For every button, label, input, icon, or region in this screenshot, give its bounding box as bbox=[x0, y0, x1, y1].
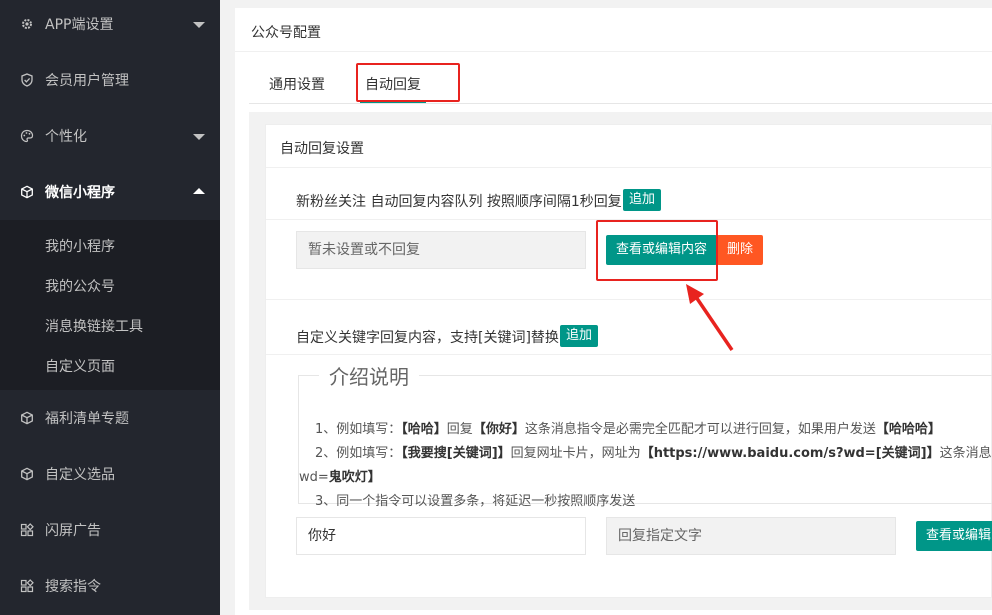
keyword-input[interactable]: 你好 bbox=[296, 517, 586, 555]
sidebar-item-label: 微信小程序 bbox=[45, 185, 115, 201]
sidebar-item-label: 福利清单专题 bbox=[45, 411, 129, 427]
intro-legend: 介绍说明 bbox=[329, 365, 409, 389]
sidebar-subitem-my-mini-program[interactable]: 我的小程序 bbox=[45, 236, 115, 256]
highlight-box-tab bbox=[356, 63, 460, 102]
highlight-box-button bbox=[596, 220, 718, 281]
sidebar-submenu: 我的小程序 我的公众号 消息换链接工具 自定义页面 bbox=[0, 220, 220, 390]
card-title: 自动回复设置 bbox=[280, 141, 364, 157]
intro-line-2: 2、例如填写：【我要搜[关键词]】回复网址卡片，网址为【https://www.… bbox=[315, 446, 992, 461]
cube-icon bbox=[20, 467, 34, 481]
annotation-arrow-icon bbox=[686, 284, 734, 351]
tabs-divider bbox=[249, 103, 992, 104]
sidebar-item-mini-program[interactable]: 微信小程序 bbox=[0, 164, 220, 220]
apps-icon bbox=[20, 523, 34, 537]
tab-general-settings[interactable]: 通用设置 bbox=[269, 74, 325, 94]
intro-line-4: 3、同一个指令可以设置多条，将延迟一秒按照顺序发送 bbox=[315, 494, 636, 509]
sidebar-subitem-link-tool[interactable]: 消息换链接工具 bbox=[45, 316, 143, 336]
palette-icon bbox=[20, 129, 34, 143]
keyword-add-button[interactable]: 追加 bbox=[560, 325, 599, 347]
divider bbox=[266, 354, 992, 355]
sidebar-subitem-custom-page[interactable]: 自定义页面 bbox=[45, 356, 115, 376]
apps-icon bbox=[20, 579, 34, 593]
cube-icon bbox=[20, 185, 34, 199]
intro-fieldset: 介绍说明 1、例如填写：【哈哈】回复【你好】这条消息指令是必需完全匹配才可以进行… bbox=[298, 361, 992, 509]
divider bbox=[266, 167, 992, 168]
sidebar-item-label: 自定义选品 bbox=[45, 467, 115, 483]
cube-icon bbox=[20, 411, 34, 425]
follow-add-button[interactable]: 追加 bbox=[623, 189, 662, 211]
intro-line-3: wd=鬼吹灯】 bbox=[299, 470, 381, 485]
chevron-down-icon bbox=[193, 22, 205, 28]
sidebar-item-search-command[interactable]: 搜索指令 bbox=[0, 558, 220, 614]
gear-icon bbox=[20, 17, 34, 31]
sidebar-item-label: APP端设置 bbox=[45, 17, 114, 33]
follow-reply-field[interactable]: 暂未设置或不回复 bbox=[296, 231, 586, 269]
sidebar-item-label: 会员用户管理 bbox=[45, 73, 129, 89]
sidebar-item-label: 个性化 bbox=[45, 129, 87, 145]
chevron-down-icon bbox=[193, 134, 205, 140]
divider bbox=[266, 299, 992, 300]
auto-reply-card: 自动回复设置 新粉丝关注 自动回复内容队列 按照顺序间隔1秒回复 追加 暂未设置… bbox=[265, 124, 992, 598]
sidebar-item-welfare[interactable]: 福利清单专题 bbox=[0, 390, 220, 446]
keyword-view-edit-button[interactable]: 查看或编辑内容 bbox=[916, 521, 992, 551]
follow-delete-button[interactable]: 删除 bbox=[717, 235, 764, 265]
tab-content: 自动回复设置 新粉丝关注 自动回复内容队列 按照顺序间隔1秒回复 追加 暂未设置… bbox=[249, 112, 992, 610]
sidebar-item-members[interactable]: 会员用户管理 bbox=[0, 52, 220, 108]
page-title: 公众号配置 bbox=[251, 25, 321, 41]
sidebar-item-splash-ad[interactable]: 闪屏广告 bbox=[0, 502, 220, 558]
sidebar-item-label: 闪屏广告 bbox=[45, 523, 101, 539]
keyword-reply-field[interactable]: 回复指定文字 bbox=[606, 517, 896, 555]
intro-line-1: 1、例如填写：【哈哈】回复【你好】这条消息指令是必需完全匹配才可以进行回复，如果… bbox=[315, 422, 941, 437]
config-panel: 公众号配置 通用设置 自动回复 自动回复设置 新粉丝关注 自动回复内容队列 按照… bbox=[235, 8, 992, 615]
keyword-reply-label: 自定义关键字回复内容，支持[关键词]替换 bbox=[296, 330, 559, 346]
follow-reply-label: 新粉丝关注 自动回复内容队列 按照顺序间隔1秒回复 bbox=[296, 194, 622, 210]
shield-icon bbox=[20, 73, 34, 87]
sidebar-item-personalize[interactable]: 个性化 bbox=[0, 108, 220, 164]
sidebar-item-label: 搜索指令 bbox=[45, 579, 101, 595]
chevron-up-icon bbox=[193, 188, 205, 194]
divider bbox=[235, 51, 992, 52]
sidebar-subitem-my-official-account[interactable]: 我的公众号 bbox=[45, 276, 115, 296]
sidebar: APP端设置 会员用户管理 个性化 微信小程序 我的小程序 我的公众号 消息换链… bbox=[0, 0, 220, 615]
sidebar-item-custom-selection[interactable]: 自定义选品 bbox=[0, 446, 220, 502]
sidebar-item-app-settings[interactable]: APP端设置 bbox=[0, 0, 220, 52]
